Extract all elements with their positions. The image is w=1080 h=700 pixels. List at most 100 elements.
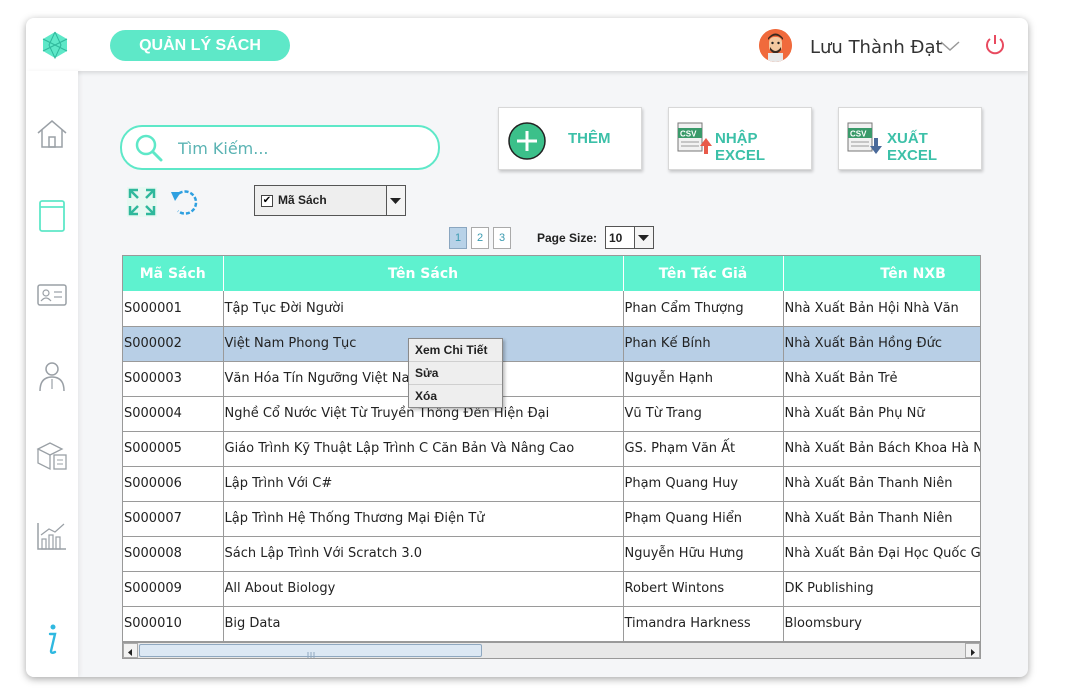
cell-book-id: S000001 — [123, 291, 224, 327]
dropdown-arrow-icon[interactable] — [386, 186, 405, 215]
csv-export-tag: CSV — [850, 130, 867, 139]
export-excel-label: XUẤT EXCEL — [887, 130, 938, 164]
app-window: QUẢN LÝ SÁCH Lưu Thành Đạt Tìm Kiếm... T… — [26, 18, 1028, 677]
avatar[interactable] — [759, 29, 792, 62]
page-size-select[interactable]: 10 — [605, 226, 654, 249]
chevron-down-icon[interactable] — [939, 39, 961, 53]
table-row-selected[interactable]: S000002 Việt Nam Phong Tục Phan Kế Bính … — [123, 326, 980, 362]
table-row[interactable]: S000010 Big Data Timandra Harkness Bloom… — [123, 606, 980, 642]
cell-book-id: S000009 — [123, 571, 224, 607]
cell-author: Phạm Quang Hiển — [623, 501, 784, 537]
page-button-1[interactable]: 1 — [449, 227, 467, 249]
context-menu-delete[interactable]: Xóa — [409, 385, 502, 408]
column-header-publisher[interactable]: Tên NXB — [783, 256, 980, 291]
chart-icon[interactable] — [36, 519, 68, 553]
context-menu-view-details[interactable]: Xem Chi Tiết — [409, 339, 502, 362]
filter-select[interactable]: ✔ Mã Sách — [254, 185, 406, 216]
scroll-right-button[interactable] — [965, 643, 980, 658]
table-row[interactable]: S000004 Nghề Cổ Nước Việt Từ Truyền Thốn… — [123, 396, 980, 432]
arrow-right-icon — [971, 649, 975, 656]
dropdown-arrow-icon[interactable] — [634, 227, 653, 248]
cell-publisher: Nhà Xuất Bản Thanh Niên — [783, 466, 980, 502]
table-row[interactable]: S000008 Sách Lập Trình Với Scratch 3.0 N… — [123, 536, 980, 572]
csv-import-tag: CSV — [680, 130, 697, 139]
import-excel-button[interactable]: CSV NHẬP EXCEL — [668, 107, 812, 170]
home-icon[interactable] — [36, 117, 68, 151]
user-name[interactable]: Lưu Thành Đạt — [810, 37, 943, 58]
books-table: Mã Sách Tên Sách Tên Tác Giả Tên NXB S00… — [122, 255, 981, 659]
table-row[interactable]: S000007 Lập Trình Hệ Thống Thương Mại Đi… — [123, 501, 980, 537]
grip-icon — [307, 652, 315, 658]
horizontal-scrollbar[interactable] — [122, 642, 981, 659]
cell-book-id: S000003 — [123, 361, 224, 397]
expand-icon[interactable] — [127, 187, 157, 217]
cell-book-id: S000002 — [123, 326, 224, 362]
cell-book-title: Lập Trình Với C# — [223, 466, 624, 502]
cell-book-id: S000007 — [123, 501, 224, 537]
context-menu-edit[interactable]: Sửa — [409, 362, 502, 385]
scrollbar-thumb[interactable] — [139, 644, 482, 658]
table-row[interactable]: S000003 Văn Hóa Tín Ngưỡng Việt Nam Nguy… — [123, 361, 980, 397]
cell-publisher: Nhà Xuất Bản Thanh Niên — [783, 501, 980, 537]
page-button-3[interactable]: 3 — [493, 227, 511, 249]
package-icon[interactable] — [36, 439, 68, 473]
page-title: QUẢN LÝ SÁCH — [110, 30, 290, 61]
cell-author: Robert Wintons — [623, 571, 784, 607]
cell-book-id: S000008 — [123, 536, 224, 572]
column-header-book-title[interactable]: Tên Sách — [223, 256, 624, 291]
top-bar: QUẢN LÝ SÁCH Lưu Thành Đạt — [26, 18, 1028, 71]
logo-icon — [42, 31, 68, 59]
plus-circle-icon — [508, 122, 546, 160]
add-button[interactable]: THÊM — [498, 107, 642, 170]
scroll-left-button[interactable] — [123, 643, 138, 658]
cell-author: Nguyễn Hạnh — [623, 361, 784, 397]
page-size-label: Page Size: — [537, 231, 598, 245]
cell-author: Vũ Từ Trang — [623, 396, 784, 432]
id-card-icon[interactable] — [36, 279, 68, 313]
arrow-left-icon — [128, 649, 132, 656]
column-header-author[interactable]: Tên Tác Giả — [623, 256, 784, 291]
power-icon[interactable] — [983, 33, 1007, 57]
checkbox-icon: ✔ — [261, 195, 273, 207]
context-menu: Xem Chi Tiết Sửa Xóa — [408, 338, 503, 408]
search-input[interactable] — [178, 137, 418, 159]
search-box[interactable] — [120, 125, 440, 170]
search-icon — [135, 134, 163, 162]
info-icon[interactable] — [36, 623, 68, 657]
cell-author: Nguyễn Hữu Hưng — [623, 536, 784, 572]
cell-book-title: Giáo Trình Kỹ Thuật Lập Trình C Căn Bản … — [223, 431, 624, 467]
cell-author: Timandra Harkness — [623, 606, 784, 642]
refresh-icon[interactable] — [169, 186, 201, 218]
cell-book-id: S000004 — [123, 396, 224, 432]
cell-book-id: S000005 — [123, 431, 224, 467]
cell-publisher: Bloomsbury — [783, 606, 980, 642]
table-row[interactable]: S000006 Lập Trình Với C# Phạm Quang Huy … — [123, 466, 980, 502]
table-row[interactable]: S000005 Giáo Trình Kỹ Thuật Lập Trình C … — [123, 431, 980, 467]
table-row[interactable]: S000001 Tập Tục Đời Người Phan Cẩm Thượn… — [123, 291, 980, 327]
cell-publisher: DK Publishing — [783, 571, 980, 607]
user-avatar-icon — [759, 29, 792, 62]
page-size-value: 10 — [609, 231, 623, 245]
csv-export-icon: CSV — [847, 122, 882, 154]
cell-author: Phan Cẩm Thượng — [623, 291, 784, 327]
employee-icon[interactable] — [36, 359, 68, 393]
table-header-row: Mã Sách Tên Sách Tên Tác Giả Tên NXB — [123, 256, 980, 291]
csv-import-icon: CSV — [677, 122, 712, 154]
column-header-book-id[interactable]: Mã Sách — [123, 256, 224, 291]
cell-publisher: Nhà Xuất Bản Phụ Nữ — [783, 396, 980, 432]
page-button-2[interactable]: 2 — [471, 227, 489, 249]
table-row[interactable]: S000009 All About Biology Robert Wintons… — [123, 571, 980, 607]
cell-book-title: Sách Lập Trình Với Scratch 3.0 — [223, 536, 624, 572]
import-excel-label: NHẬP EXCEL — [715, 130, 766, 164]
cell-book-title: Tập Tục Đời Người — [223, 291, 624, 327]
book-icon[interactable] — [36, 199, 68, 233]
cell-book-id: S000010 — [123, 606, 224, 642]
cell-author: Phan Kế Bính — [623, 326, 784, 362]
cell-publisher: Nhà Xuất Bản Đại Học Quốc Gia — [783, 536, 980, 572]
cell-publisher: Nhà Xuất Bản Trẻ — [783, 361, 980, 397]
export-excel-button[interactable]: CSV XUẤT EXCEL — [838, 107, 982, 170]
cell-book-title: Big Data — [223, 606, 624, 642]
cell-publisher: Nhà Xuất Bản Bách Khoa Hà Nội — [783, 431, 980, 467]
filter-select-value: Mã Sách — [278, 193, 327, 207]
sidebar — [26, 71, 78, 677]
